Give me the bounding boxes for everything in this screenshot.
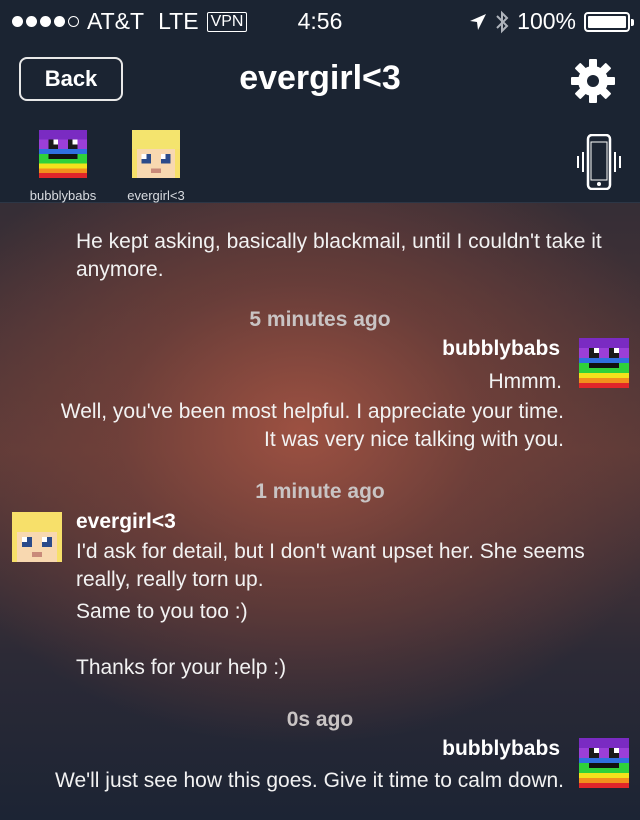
message-text: Hmmm.	[488, 370, 562, 393]
sender-name: bubblybabs	[442, 337, 560, 360]
timestamp: 1 minute ago	[255, 480, 385, 503]
avatar	[579, 738, 629, 793]
battery-percent: 100%	[517, 8, 576, 34]
sender-name: bubblybabs	[442, 737, 560, 760]
phone-vibrate-icon[interactable]	[576, 134, 622, 190]
avatar	[579, 338, 629, 393]
message-text: I'd ask for detail, but I don't want ups…	[76, 540, 585, 591]
avatar	[131, 130, 181, 178]
avatar	[38, 130, 88, 178]
sender-name: evergirl<3	[76, 510, 176, 533]
navigation-bar: Back evergirl<3	[0, 40, 640, 120]
message-text: Same to you too :)	[76, 600, 248, 623]
timestamp: 5 minutes ago	[249, 308, 391, 331]
participants-bar: bubblybabs evergirl<3	[0, 120, 640, 203]
page-title: evergirl<3	[239, 59, 401, 97]
avatar	[12, 512, 62, 567]
battery-icon	[584, 11, 634, 32]
participant-bubblybabs[interactable]: bubblybabs	[23, 130, 103, 203]
participant-evergirl[interactable]: evergirl<3	[116, 130, 196, 203]
location-arrow-icon	[470, 13, 487, 30]
status-bar: AT&T LTE VPN 4:56 100%	[0, 0, 640, 40]
message-text: We'll just see how this goes. Give it ti…	[55, 769, 564, 792]
message-text: Well, you've been most helpful. I apprec…	[60, 400, 564, 451]
timestamp: 0s ago	[286, 708, 354, 731]
participant-name: evergirl<3	[127, 188, 185, 203]
message-text: Thanks for your help :)	[76, 656, 287, 679]
bluetooth-icon	[496, 10, 509, 33]
gear-icon[interactable]	[570, 58, 616, 104]
message-text: He kept asking, basically blackmail, unt…	[76, 230, 602, 281]
participant-name: bubblybabs	[29, 188, 97, 203]
